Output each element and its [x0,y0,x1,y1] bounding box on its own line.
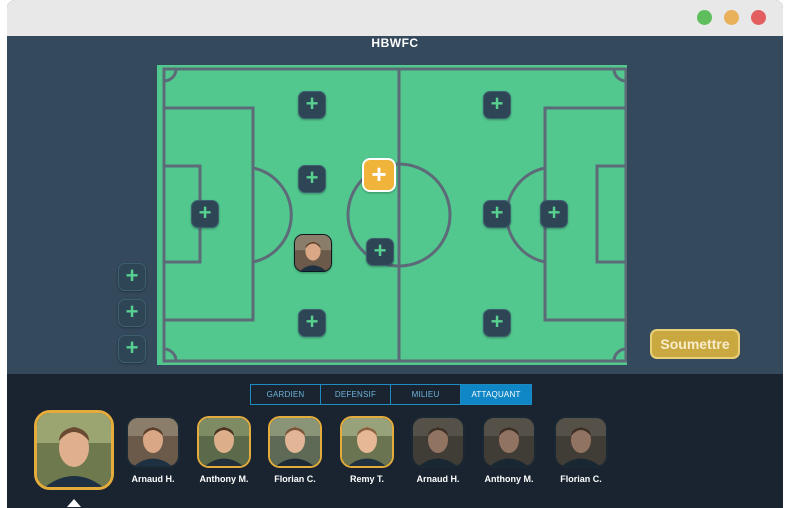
player-name: Florian C. [274,474,316,484]
plus-icon: + [490,91,504,116]
minimize-button[interactable] [724,10,739,25]
position-tabs: GARDIEN DEFENSIF MILIEU ATTAQUANT [250,384,532,405]
player-photo [295,235,331,271]
app-window: HBWFC + + + + + + + + + + + + + Soumettr… [7,0,783,508]
player-photo [199,418,249,466]
position-slot[interactable]: + [366,238,394,266]
player-photo [128,418,178,466]
player-name: Remy T. [349,474,384,484]
player-photo [556,418,606,466]
plus-icon: + [305,165,319,190]
player-name: Florian C. [560,474,602,484]
avatar [126,416,180,468]
avatar [197,416,251,468]
plus-icon: + [490,309,504,334]
tab-gardien[interactable]: GARDIEN [251,385,321,404]
position-slot[interactable]: + [191,200,219,228]
selection-caret [67,499,81,507]
position-slot[interactable]: + [483,309,511,337]
substitute-slot[interactable]: + [118,299,146,327]
tab-defensif[interactable]: DEFENSIF [321,385,391,404]
avatar [34,410,114,490]
player-photo [37,413,111,487]
player-card[interactable]: Remy T. [338,416,396,484]
avatar [340,416,394,468]
avatar [411,416,465,468]
position-slot-filled[interactable] [294,234,332,272]
plus-icon: + [125,299,139,324]
player-selection-panel: GARDIEN DEFENSIF MILIEU ATTAQUANT Arnaud… [7,374,783,508]
player-card[interactable]: Arnaud H. [409,416,467,484]
player-photo [342,418,392,466]
player-card[interactable]: Anthony M. [480,416,538,484]
player-photo [270,418,320,466]
player-photo [484,418,534,466]
position-slot[interactable]: + [298,165,326,193]
player-card[interactable]: Arnaud H. [124,416,182,484]
team-name: HBWFC [371,36,419,50]
substitute-slot[interactable]: + [118,263,146,291]
position-slot[interactable]: + [540,200,568,228]
player-photo [413,418,463,466]
plus-icon: + [371,159,387,189]
plus-icon: + [490,200,504,225]
title-bar [7,0,783,36]
plus-icon: + [305,91,319,116]
player-card[interactable]: Florian C. [266,416,324,484]
substitute-slot[interactable]: + [118,335,146,363]
position-slot[interactable]: + [298,91,326,119]
avatar [482,416,536,468]
player-card[interactable]: Anthony M. [195,416,253,484]
player-name: Anthony M. [484,474,534,484]
tab-milieu[interactable]: MILIEU [391,385,461,404]
position-slot[interactable]: + [298,309,326,337]
submit-button[interactable]: Soumettre [650,329,740,359]
plus-icon: + [125,263,139,288]
avatar [268,416,322,468]
player-card-selected[interactable] [32,410,116,490]
maximize-button[interactable] [697,10,712,25]
plus-icon: + [125,335,139,360]
player-name: Arnaud H. [131,474,175,484]
plus-icon: + [198,200,212,225]
plus-icon: + [547,200,561,225]
player-name: Arnaud H. [416,474,460,484]
close-button[interactable] [751,10,766,25]
plus-icon: + [305,309,319,334]
player-card[interactable]: Florian C. [552,416,610,484]
plus-icon: + [373,238,387,263]
position-slot[interactable]: + [483,200,511,228]
tab-attaquant[interactable]: ATTAQUANT [461,385,531,404]
avatar [554,416,608,468]
position-slot-active[interactable]: + [362,158,396,192]
player-name: Anthony M. [199,474,249,484]
position-slot[interactable]: + [483,91,511,119]
